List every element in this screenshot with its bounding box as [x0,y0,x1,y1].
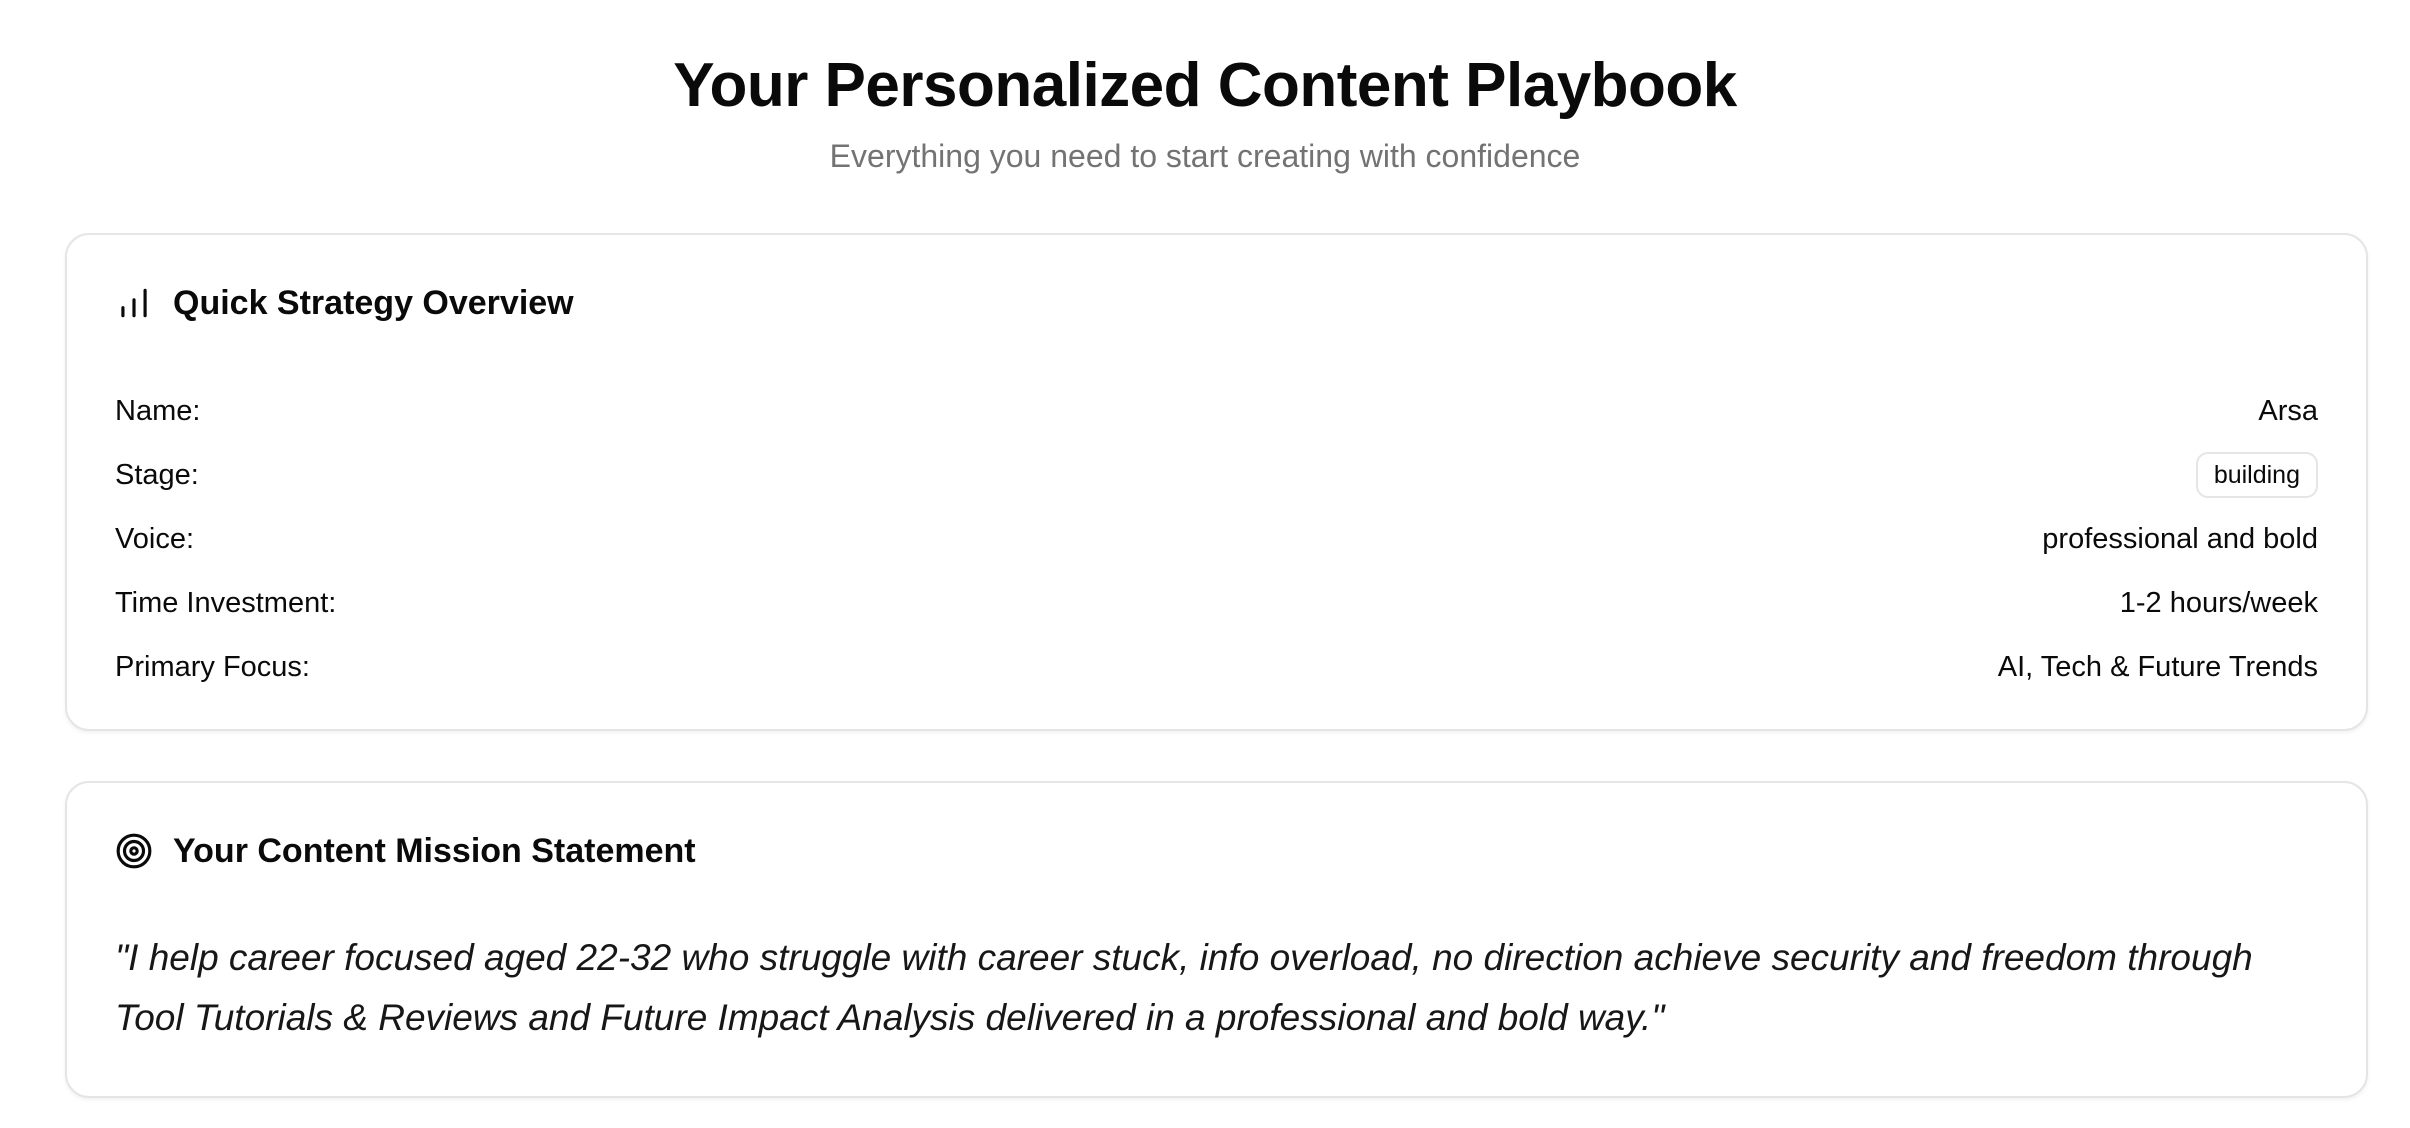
mission-statement-card: Your Content Mission Statement "I help c… [65,781,2368,1098]
overview-value-name: Arsa [2258,395,2318,427]
strategy-overview-list: Name: Arsa Stage: building Voice: profes… [115,379,2318,699]
mission-statement-header: Your Content Mission Statement [115,831,696,871]
overview-row-focus: Primary Focus: AI, Tech & Future Trends [115,635,2318,699]
overview-label-time: Time Investment: [115,587,337,619]
mission-statement-text: "I help career focused aged 22-32 who st… [115,937,2253,1038]
page-header: Your Personalized Content Playbook Every… [0,0,2410,176]
overview-row-stage: Stage: building [115,443,2318,507]
overview-label-voice: Voice: [115,523,194,555]
bar-chart-icon [115,284,153,322]
overview-value-focus: AI, Tech & Future Trends [1997,651,2318,683]
stage-badge: building [2195,452,2318,498]
overview-label-name: Name: [115,395,201,427]
strategy-overview-title: Quick Strategy Overview [173,284,574,322]
mission-statement-title: Your Content Mission Statement [173,832,696,870]
overview-value-time: 1-2 hours/week [2119,587,2318,619]
strategy-overview-card: Quick Strategy Overview Name: Arsa Stage… [65,233,2368,731]
target-icon [115,832,153,870]
strategy-overview-header: Quick Strategy Overview [115,283,574,323]
overview-row-name: Name: Arsa [115,379,2318,443]
page-subtitle: Everything you need to start creating wi… [829,138,1581,174]
playbook-page: Your Personalized Content Playbook Every… [0,0,2410,1128]
overview-label-focus: Primary Focus: [115,651,310,683]
overview-row-time: Time Investment: 1-2 hours/week [115,571,2318,635]
page-title: Your Personalized Content Playbook [673,51,1737,120]
overview-label-stage: Stage: [115,459,199,491]
overview-value-voice: professional and bold [2042,523,2318,555]
overview-row-voice: Voice: professional and bold [115,507,2318,571]
